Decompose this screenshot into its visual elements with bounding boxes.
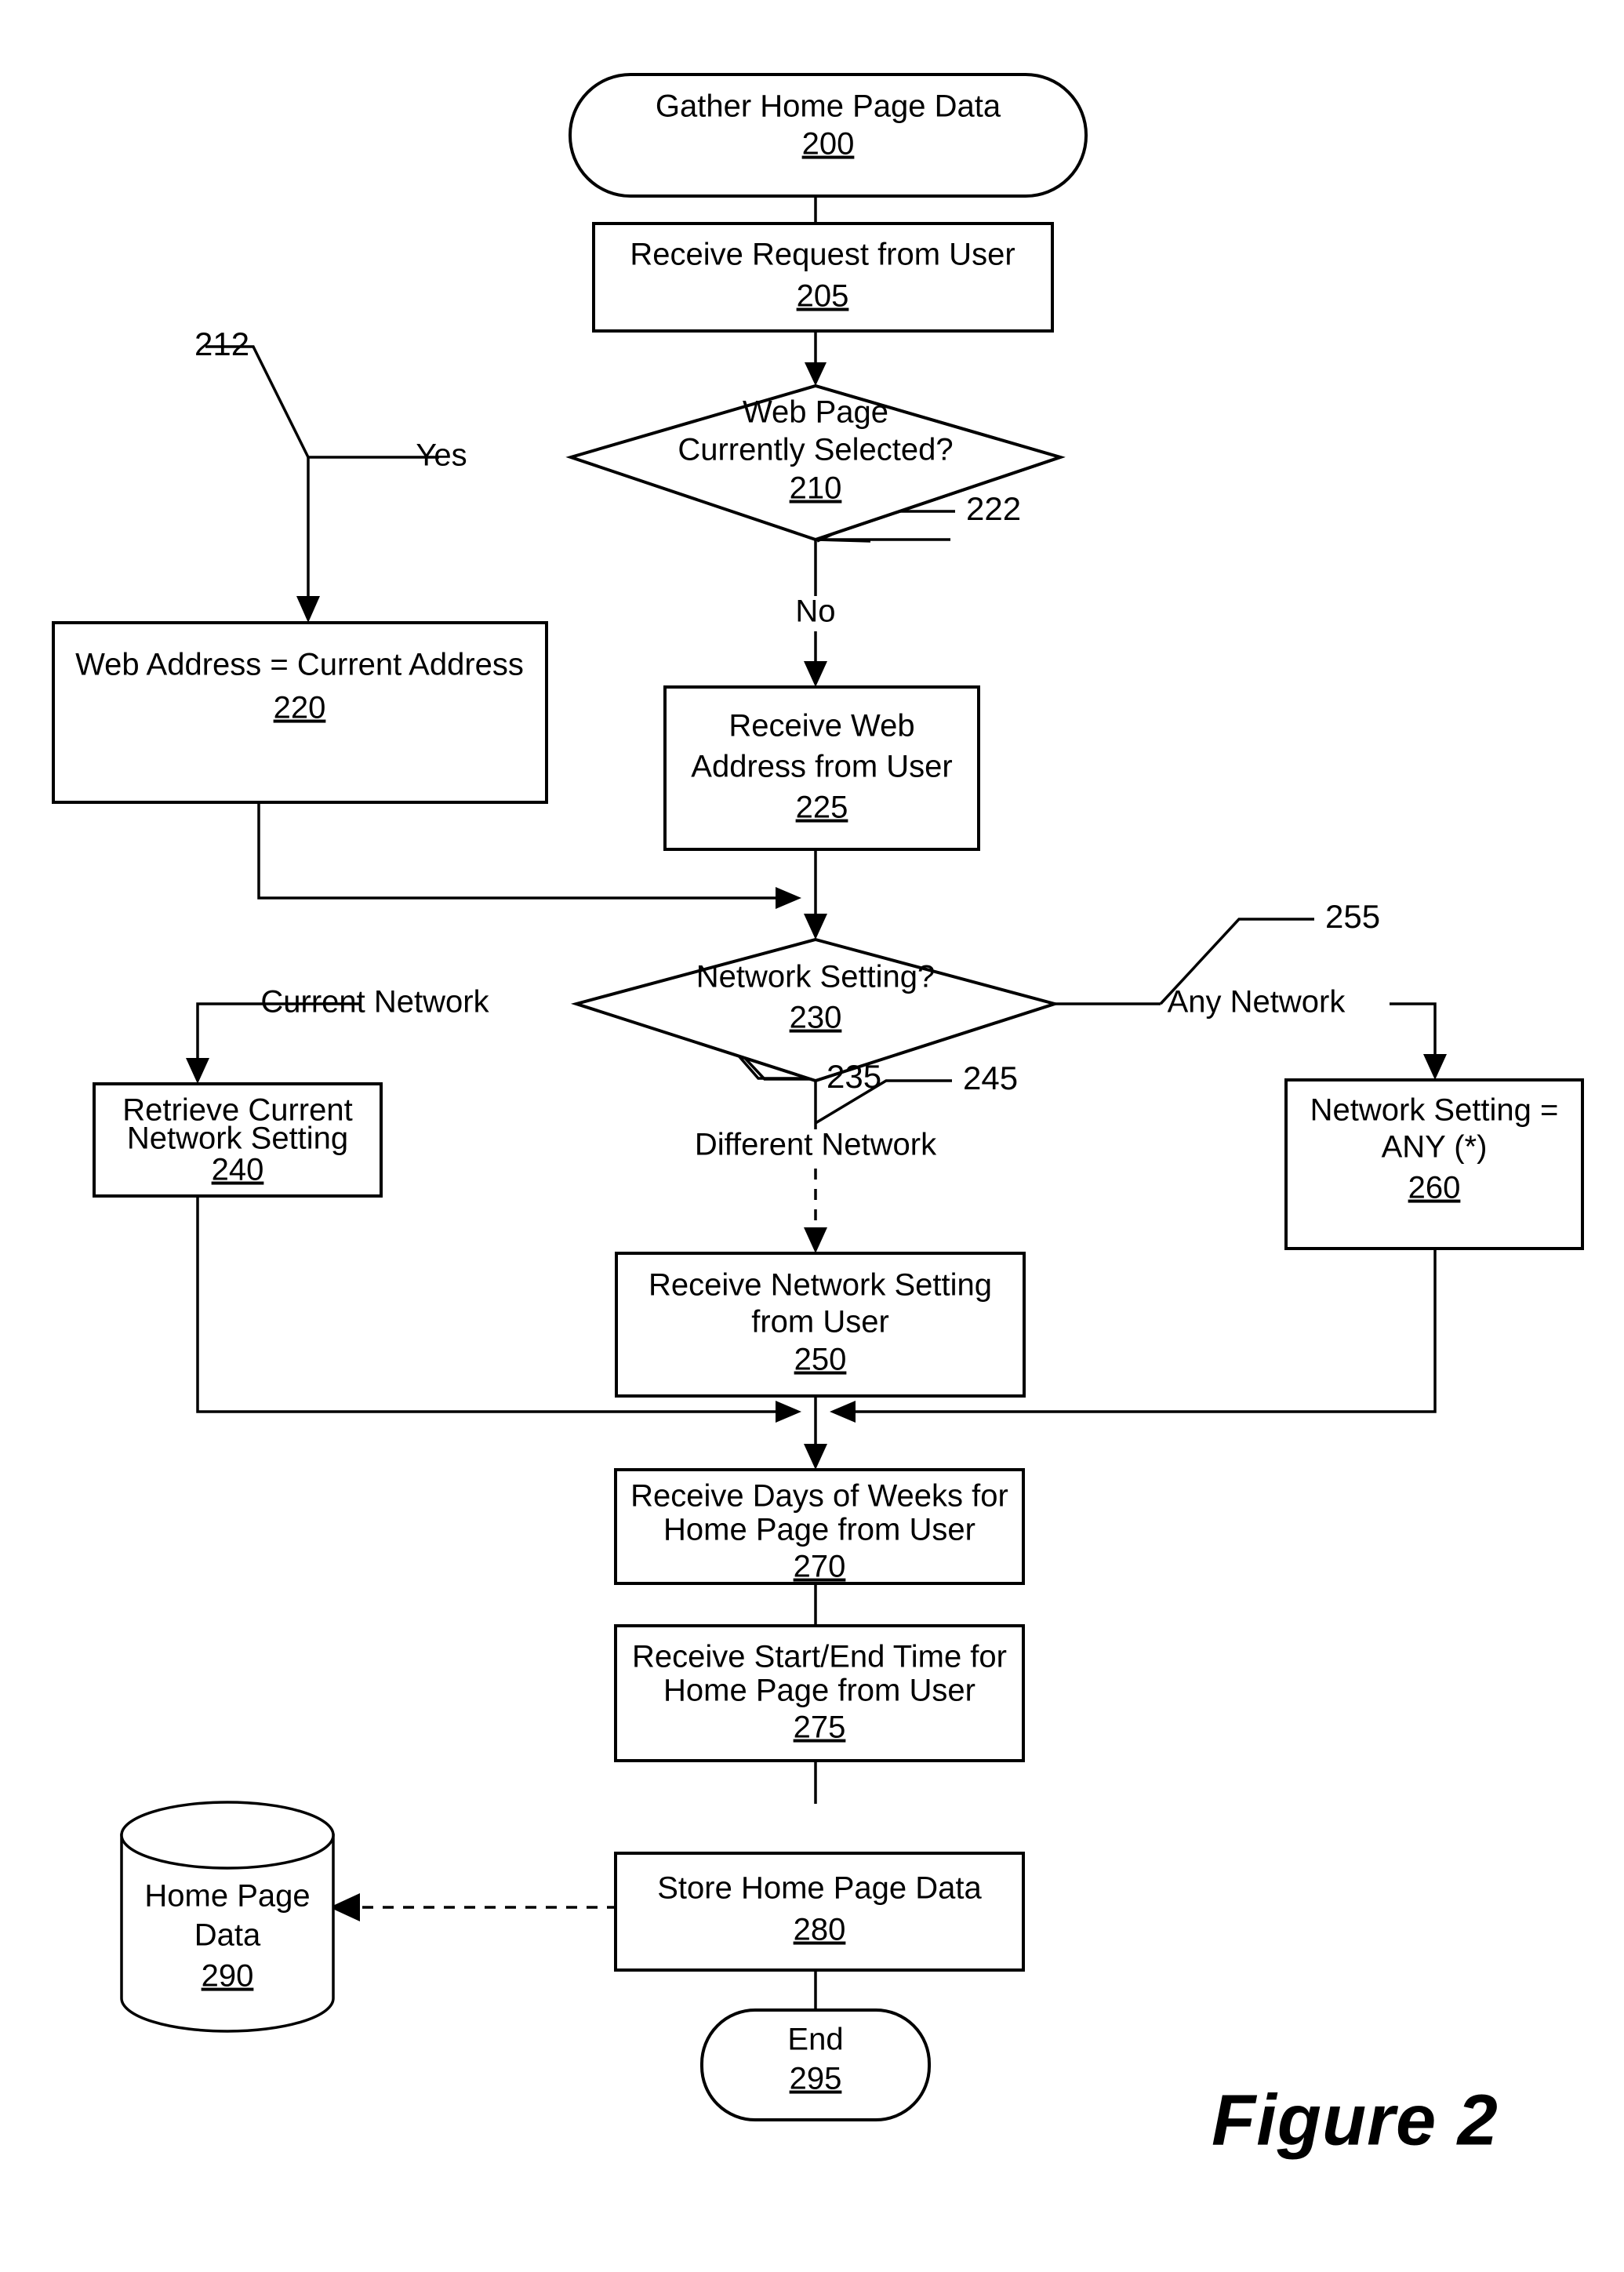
node-280-line-0: Store Home Page Data — [657, 1871, 982, 1906]
node-290-line-0: Home Page — [144, 1879, 310, 1914]
node-220-ref: 220 — [274, 691, 326, 725]
node-225-line-0: Receive Web — [728, 709, 914, 743]
flowchart-diagram: Gather Home Page Data 200 Receive Reques… — [52, 73, 1584, 2160]
connector-230-different-network-to-250 — [804, 1081, 827, 1253]
node-250-ref: 250 — [794, 1343, 847, 1377]
edge-label-yes-text: Yes — [416, 438, 467, 473]
ref-222-text: 222 — [966, 490, 1021, 527]
node-205-ref: 205 — [797, 279, 849, 314]
reference-numeral-255: 255 — [1325, 898, 1380, 935]
edge-label-any-network-text: Any Network — [1168, 985, 1346, 1020]
node-275-line-1: Home Page from User — [663, 1674, 975, 1708]
connector-205-to-210 — [805, 331, 827, 386]
figure-caption-text: Figure 2 — [1212, 2080, 1499, 2160]
node-270-ref: 270 — [794, 1550, 846, 1584]
node-260-line-1: ANY (*) — [1382, 1130, 1488, 1165]
edge-label-current-network-text: Current Network — [260, 985, 489, 1020]
leader-line-222 — [815, 538, 950, 543]
reference-numeral-245: 245 — [963, 1060, 1018, 1096]
node-250-line-1: from User — [751, 1305, 889, 1340]
ref-212-text: 212 — [194, 325, 249, 362]
node-retrieve-current-network-setting[interactable]: Retrieve Current Network Setting 240 — [93, 1082, 383, 1198]
node-store-home-page-data[interactable]: Store Home Page Data 280 — [614, 1852, 1025, 1972]
ref-245-text: 245 — [963, 1060, 1018, 1096]
node-295-line-0: End — [787, 2023, 843, 2057]
node-295-ref: 295 — [790, 2062, 842, 2096]
node-205-line-0: Receive Request from User — [630, 238, 1015, 272]
leader-line-212 — [205, 345, 310, 458]
ref-235-text: 235 — [827, 1058, 881, 1095]
node-home-page-data-store[interactable]: Home Page Data 290 — [120, 1801, 335, 2033]
edge-label-current-network: Current Network — [260, 985, 489, 1020]
node-270-line-1: Home Page from User — [663, 1513, 975, 1547]
edge-label-yes: Yes — [416, 438, 467, 473]
edge-label-any-network: Any Network — [1168, 985, 1346, 1020]
node-200-ref: 200 — [802, 127, 855, 162]
node-240-line-1: Network Setting — [127, 1121, 348, 1156]
ref-255-text: 255 — [1325, 898, 1380, 935]
connector-225-to-230 — [804, 849, 827, 940]
node-230-line-0: Network Setting? — [696, 960, 936, 994]
node-210-line-0: Web Page — [743, 395, 888, 430]
node-gather-home-page-data[interactable]: Gather Home Page Data 200 — [569, 73, 1088, 198]
node-270-line-0: Receive Days of Weeks for — [630, 1479, 1008, 1514]
node-225-ref: 225 — [796, 791, 848, 825]
node-275-ref: 275 — [794, 1710, 846, 1745]
node-275-line-0: Receive Start/End Time for — [632, 1640, 1007, 1674]
reference-numeral-235: 235 — [827, 1058, 881, 1095]
node-260-ref: 260 — [1408, 1171, 1461, 1205]
edge-label-no: No — [795, 594, 835, 629]
node-receive-network-setting-from-user[interactable]: Receive Network Setting from User 250 — [615, 1252, 1026, 1398]
node-receive-request-from-user[interactable]: Receive Request from User 205 — [592, 222, 1054, 333]
node-web-address-equals-current-address[interactable]: Web Address = Current Address 220 — [52, 621, 548, 804]
edge-label-different-network-text: Different Network — [695, 1128, 937, 1162]
edge-label-no-text: No — [795, 594, 835, 629]
node-200-line-0: Gather Home Page Data — [656, 89, 1001, 124]
node-250-line-0: Receive Network Setting — [649, 1268, 992, 1303]
patent-figure-page: Gather Home Page Data 200 Receive Reques… — [0, 0, 1624, 2272]
node-end[interactable]: End 295 — [700, 2008, 931, 2121]
node-210-ref: 210 — [790, 471, 842, 506]
edge-label-different-network: Different Network — [695, 1128, 937, 1162]
reference-numeral-212: 212 — [194, 325, 249, 362]
node-240-ref: 240 — [212, 1153, 264, 1187]
node-receive-start-end-time[interactable]: Receive Start/End Time for Home Page fro… — [614, 1624, 1025, 1762]
node-260-line-0: Network Setting = — [1310, 1093, 1559, 1128]
node-225-line-1: Address from User — [691, 750, 952, 784]
node-receive-days-of-weeks[interactable]: Receive Days of Weeks for Home Page from… — [614, 1468, 1025, 1585]
reference-numeral-222: 222 — [966, 490, 1021, 527]
node-230-ref: 230 — [790, 1001, 842, 1035]
node-290-ref: 290 — [202, 1959, 254, 1994]
connector-280-to-290 — [329, 1893, 618, 1921]
node-receive-web-address-from-user[interactable]: Receive Web Address from User 225 — [663, 685, 980, 851]
node-network-setting-equals-any[interactable]: Network Setting = ANY (*) 260 — [1284, 1078, 1584, 1250]
node-220-line-0: Web Address = Current Address — [75, 648, 524, 682]
node-290-line-1: Data — [194, 1918, 261, 1953]
node-280-ref: 280 — [794, 1913, 846, 1947]
node-210-line-1: Currently Selected? — [678, 433, 953, 467]
figure-caption: Figure 2 — [1212, 2080, 1499, 2160]
connector-250-to-270 — [804, 1396, 827, 1470]
